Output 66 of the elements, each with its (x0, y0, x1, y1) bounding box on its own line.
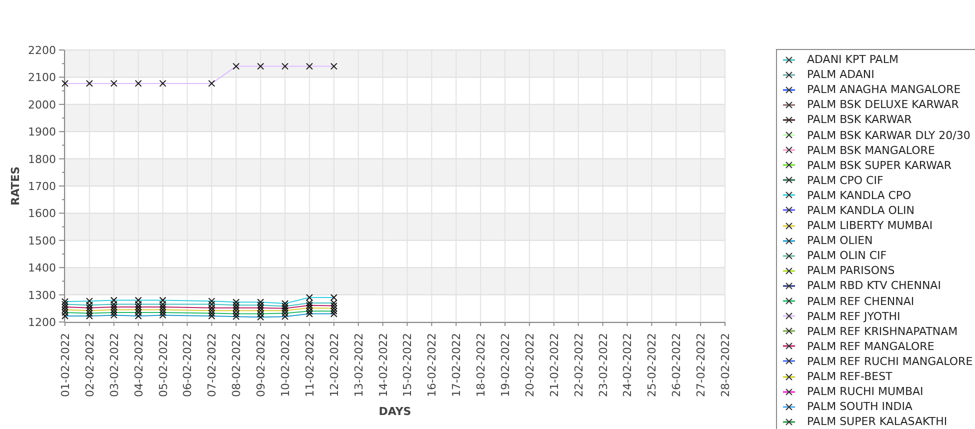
x-tick-label: 25-02-2022 (646, 333, 659, 397)
y-tick-label: 1400 (28, 262, 56, 275)
y-tick-label: 2200 (28, 44, 56, 57)
x-tick-label: 22-02-2022 (572, 333, 586, 397)
x-tick-label: 23-02-2022 (596, 333, 610, 397)
x-tick-label: 12-02-2022 (328, 333, 341, 397)
legend-label: PALM PARISONS (807, 265, 895, 276)
x-tick-label: 10-02-2022 (279, 333, 292, 397)
legend-label: PALM KANDLA OLIN (807, 204, 914, 216)
legend-label: PALM REF JYOTHI (807, 310, 900, 322)
x-tick-label: 01-02-2022 (59, 333, 72, 397)
x-tick-label: 16-02-2022 (426, 333, 439, 397)
legend-label: PALM BSK KARWAR DLY 20/30 (807, 130, 970, 141)
legend-label: PALM REF KRISHNAPATNAM (807, 326, 958, 337)
x-tick-label: 02-02-2022 (83, 333, 96, 397)
x-tick-label: 28-02-2022 (719, 333, 732, 397)
y-tick-label: 1300 (28, 288, 56, 302)
legend-label: PALM RUCHI MUMBAI (807, 386, 924, 398)
legend-label: PALM REF MANGALORE (807, 340, 934, 352)
legend-label: PALM RBD KTV CHENNAI (807, 280, 941, 292)
legend-label: PALM ADANI (807, 69, 874, 80)
y-tick-label: 1800 (28, 152, 56, 166)
x-tick-label: 03-02-2022 (108, 333, 121, 397)
x-axis-title: DAYS (378, 405, 412, 418)
legend-label: ADANI KPT PALM (807, 54, 898, 66)
x-tick-label: 27-02-2022 (694, 333, 708, 397)
x-tick-label: 24-02-2022 (621, 333, 634, 397)
x-tick-label: 09-02-2022 (254, 333, 268, 397)
x-tick-label: 19-02-2022 (499, 333, 512, 397)
legend-label: PALM REF RUCHI MANGALORE (807, 356, 973, 367)
y-tick-label: 2000 (28, 98, 56, 112)
x-tick-label: 18-02-2022 (474, 333, 488, 397)
x-tick-label: 11-02-2022 (303, 333, 316, 397)
y-tick-label: 2100 (28, 71, 56, 84)
x-tick-label: 06-02-2022 (181, 333, 194, 397)
x-tick-label: 14-02-2022 (376, 333, 390, 397)
legend-label: PALM ANAGHA MANGALORE (807, 84, 961, 96)
y-tick-label: 1900 (28, 126, 56, 139)
x-tick-label: 13-02-2022 (352, 333, 366, 397)
legend-label: PALM BSK KARWAR (807, 114, 912, 126)
y-tick-label: 1500 (28, 234, 56, 248)
legend-label: PALM BSK MANGALORE (807, 144, 935, 156)
legend-label: PALM KANDLA CPO (807, 190, 912, 201)
legend-label: PALM OLIN CIF (807, 250, 887, 262)
x-tick-label: 07-02-2022 (206, 333, 219, 397)
legend-label: PALM SUPER KALASAKTHI (807, 416, 948, 428)
legend-label: PALM OLIEN (807, 235, 873, 246)
x-tick-label: 20-02-2022 (523, 333, 536, 397)
x-tick-label: 04-02-2022 (132, 333, 146, 397)
legend-label: PALM BSK DELUXE KARWAR (807, 99, 959, 110)
y-tick-label: 1600 (28, 207, 56, 220)
x-tick-label: 17-02-2022 (450, 333, 464, 397)
legend-label: PALM REF CHENNAI (807, 296, 914, 307)
legend-label: PALM LIBERTY MUMBAI (807, 220, 933, 232)
legend-label: PALM BSK SUPER KARWAR (807, 160, 952, 171)
x-tick-label: 21-02-2022 (548, 333, 561, 397)
x-tick-label: 15-02-2022 (401, 333, 414, 397)
x-tick-label: 05-02-2022 (156, 333, 170, 397)
x-tick-label: 26-02-2022 (670, 333, 684, 397)
legend-label: PALM REF-BEST (807, 371, 892, 382)
legend-label: PALM CPO CIF (807, 174, 884, 186)
y-tick-label: 1200 (28, 316, 56, 329)
x-tick-label: 08-02-2022 (230, 333, 244, 397)
y-axis-title: RATES (9, 166, 22, 206)
legend-label: PALM SOUTH INDIA (807, 401, 912, 412)
y-tick-label: 1700 (28, 180, 56, 193)
